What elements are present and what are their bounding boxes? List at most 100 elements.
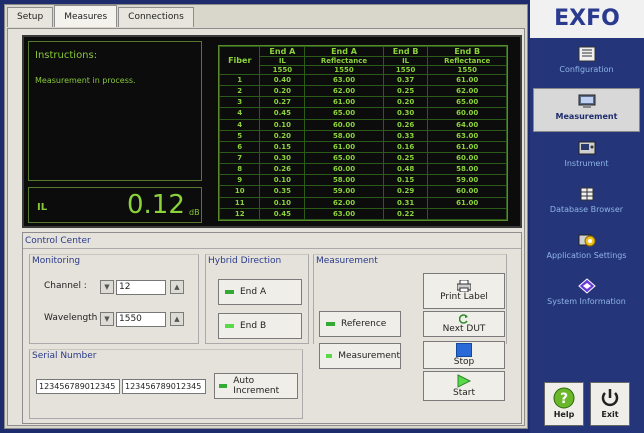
- reference-button[interactable]: Reference: [319, 311, 401, 337]
- value-cell: 0.10: [259, 118, 306, 131]
- wavelength-down-button[interactable]: ▼: [100, 312, 114, 326]
- channel-field[interactable]: 12: [116, 280, 166, 295]
- value-cell: 0.10: [259, 174, 306, 187]
- sidebar-item-database-browser[interactable]: Database Browser: [533, 182, 640, 226]
- value-cell: 0.26: [382, 118, 429, 131]
- value-cell: 59.00: [304, 185, 384, 198]
- stop-icon: [456, 343, 472, 357]
- value-cell: 60.00: [427, 151, 507, 165]
- value-cell: 58.00: [304, 129, 384, 142]
- help-button[interactable]: ? Help: [544, 382, 584, 426]
- tab-measures[interactable]: Measures: [54, 5, 118, 27]
- table-row: 3 0.27 61.00 0.20 65.00: [218, 96, 507, 109]
- table-row: 8 0.26 60.00 0.48 58.00: [218, 163, 507, 176]
- hybrid-direction-title: Hybrid Direction: [208, 256, 282, 266]
- settings-icon: [578, 234, 595, 247]
- start-text: Start: [453, 388, 475, 398]
- measurement-icon: [578, 94, 595, 108]
- monitoring-group: Monitoring Channel : ▼ 12 ▲ Wavelength :…: [29, 254, 199, 344]
- sub-header: Reflectance: [427, 56, 507, 66]
- auto-increment-button[interactable]: Auto Increment: [214, 373, 298, 399]
- measurement-led-icon: [326, 354, 333, 358]
- channel-up-button[interactable]: ▲: [170, 280, 184, 294]
- value-cell: 62.00: [304, 85, 384, 98]
- auto-increment-label: Auto Increment: [233, 376, 280, 396]
- control-center-title: Control Center: [25, 236, 91, 246]
- value-cell: 58.00: [304, 174, 384, 187]
- value-cell: 60.00: [427, 185, 507, 198]
- tab-setup[interactable]: Setup: [7, 7, 54, 27]
- fiber-cell: 8: [218, 163, 261, 176]
- end-a-label: End A: [240, 287, 267, 297]
- play-icon: [457, 374, 472, 388]
- channel-down-button[interactable]: ▼: [100, 280, 114, 294]
- instructions-text: Measurement in process.: [35, 76, 136, 85]
- fiber-cell: 3: [218, 96, 261, 109]
- value-cell: [427, 207, 507, 221]
- system-information-icon: [577, 278, 596, 294]
- next-dut-button[interactable]: Next DUT: [423, 311, 505, 337]
- sidebar-item-system-information[interactable]: System Information: [533, 274, 640, 318]
- sidebar-item-label: Database Browser: [549, 205, 624, 214]
- value-cell: 63.00: [304, 73, 384, 87]
- sidebar-item-configuration[interactable]: Configuration: [533, 42, 640, 86]
- refresh-icon: [459, 314, 468, 324]
- value-cell: 0.26: [259, 163, 306, 176]
- fiber-cell: 5: [218, 129, 261, 142]
- start-button[interactable]: Start: [423, 371, 505, 401]
- sidebar-item-application-settings[interactable]: Application Settings: [533, 228, 640, 272]
- value-cell: 64.00: [427, 118, 507, 131]
- value-cell: 0.20: [259, 129, 306, 142]
- wavelength-up-button[interactable]: ▲: [170, 312, 184, 326]
- value-cell: 0.20: [259, 85, 306, 98]
- divider: [23, 248, 521, 249]
- value-cell: 0.25: [382, 85, 429, 98]
- value-cell: 60.00: [304, 163, 384, 176]
- serial-number-title: Serial Number: [32, 351, 97, 361]
- value-cell: 0.45: [259, 207, 306, 221]
- value-cell: 0.16: [382, 140, 429, 153]
- value-cell: 65.00: [304, 151, 384, 165]
- measurement-label: Measurement: [338, 351, 400, 361]
- sidebar-item-label: Measurement: [555, 112, 618, 121]
- wavelength-field[interactable]: 1550: [116, 312, 166, 327]
- stop-button[interactable]: Stop: [423, 341, 505, 369]
- serial-number-field-2[interactable]: 123456789012345: [122, 379, 206, 394]
- fiber-cell: 4: [218, 107, 261, 120]
- col-group-header: End B: [427, 46, 507, 57]
- value-cell: 61.00: [427, 73, 507, 87]
- tab-connections[interactable]: Connections: [118, 7, 194, 27]
- end-b-button[interactable]: End B: [218, 313, 302, 339]
- sidebar-item-measurement[interactable]: Measurement: [533, 88, 640, 132]
- table-row: 2 0.20 62.00 0.25 62.00: [218, 85, 507, 98]
- sub-header: IL: [259, 56, 306, 66]
- end-a-button[interactable]: End A: [218, 279, 302, 305]
- serial-number-field-1[interactable]: 123456789012345: [36, 379, 120, 394]
- table-row: 7 0.30 65.00 0.25 60.00: [218, 151, 507, 165]
- value-cell: 61.00: [427, 196, 507, 209]
- exit-button[interactable]: Exit: [590, 382, 630, 426]
- fiber-cell: 7: [218, 151, 261, 165]
- sidebar-item-label: Configuration: [559, 65, 614, 74]
- table-row: 4 0.45 65.00 0.30 60.00: [218, 107, 507, 120]
- value-cell: 0.35: [259, 185, 306, 198]
- fiber-cell: 10: [218, 185, 261, 198]
- col-group-header: End B: [382, 46, 429, 57]
- sub-header: IL: [382, 56, 429, 66]
- channel-label: Channel :: [44, 281, 87, 291]
- value-cell: 61.00: [427, 140, 507, 153]
- measurement-button[interactable]: Measurement: [319, 343, 401, 369]
- print-label-button[interactable]: Print Label: [423, 273, 505, 309]
- value-cell: 63.00: [427, 129, 507, 142]
- value-cell: 60.00: [427, 107, 507, 120]
- auto-increment-led-icon: [219, 384, 228, 388]
- il-value: 0.12: [127, 190, 185, 220]
- stop-text: Stop: [453, 357, 475, 367]
- fiber-header: Fiber: [218, 46, 261, 75]
- fiber-cell: 12: [218, 207, 261, 221]
- sidebar-item-instrument[interactable]: Instrument: [533, 136, 640, 180]
- value-cell: 0.31: [382, 196, 429, 209]
- value-cell: 0.30: [382, 107, 429, 120]
- table-row: 12 0.45 63.00 0.22: [218, 207, 507, 221]
- col-group-header: End A: [259, 46, 306, 57]
